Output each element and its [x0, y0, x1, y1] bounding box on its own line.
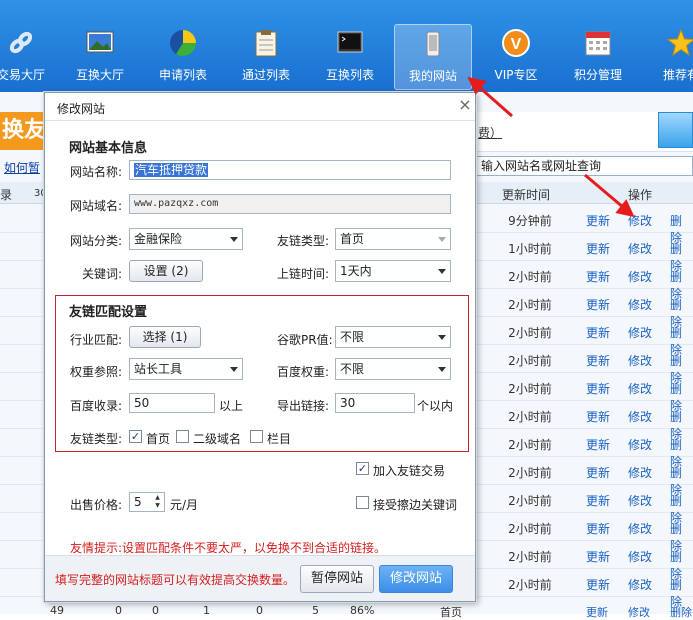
- arrow-to-my-sites: [477, 84, 513, 118]
- annotation-arrows: [467, 76, 635, 218]
- arrow-to-edit: [584, 173, 625, 210]
